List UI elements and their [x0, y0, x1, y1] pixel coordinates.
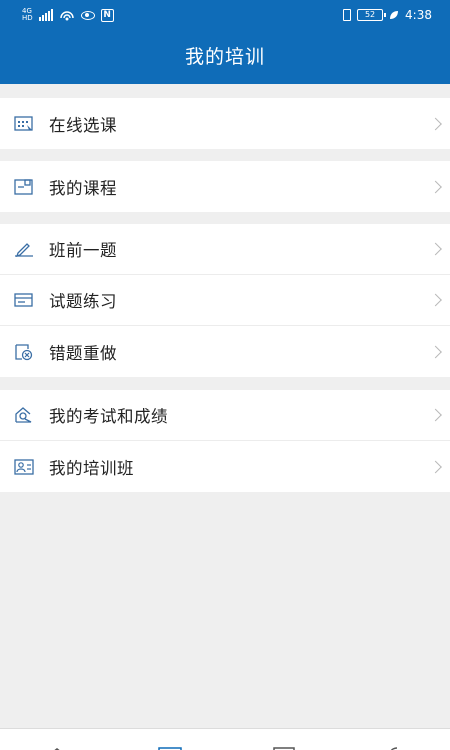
menu-item-label: 我的考试和成绩 — [49, 407, 168, 426]
id-card-icon — [158, 747, 182, 750]
id-card-icon — [14, 458, 34, 476]
tab-training[interactable] — [157, 741, 183, 750]
retry-icon — [14, 343, 34, 361]
menu-item-online-course[interactable]: 在线选课 — [0, 98, 450, 149]
menu-group-exams: 我的考试和成绩 我的培训班 — [0, 390, 450, 492]
menu-group-practice: 班前一题 试题练习 错题重做 — [0, 224, 450, 377]
battery-icon: 52 — [357, 9, 387, 21]
menu-item-label: 试题练习 — [49, 292, 117, 311]
tab-profile[interactable] — [383, 741, 409, 750]
menu-item-label: 在线选课 — [49, 115, 117, 135]
profile-icon — [390, 747, 398, 750]
status-bar-right: 52 4:38 — [343, 6, 432, 24]
nfc-icon: N — [100, 8, 114, 22]
menu-item-label: 我的培训班 — [49, 458, 134, 478]
app-header: 我的培训 — [0, 30, 450, 84]
document-icon — [14, 291, 34, 309]
hotspot-icon — [59, 11, 74, 21]
pencil-icon — [14, 240, 34, 258]
home-icon — [54, 748, 60, 750]
menu-group-courses-select: 在线选课 — [0, 98, 450, 149]
chevron-right-icon — [429, 460, 442, 473]
status-bar: 4G HD N 52 4:38 — [0, 0, 450, 30]
network-type-bottom: HD — [22, 14, 33, 22]
battery-level: 52 — [364, 10, 376, 19]
vibrate-icon — [343, 9, 352, 21]
message-icon — [273, 747, 295, 750]
menu-item-my-training-class[interactable]: 我的培训班 — [0, 441, 450, 492]
tab-messages[interactable] — [271, 741, 297, 750]
page-title: 我的培训 — [184, 46, 265, 68]
chevron-right-icon — [429, 180, 442, 193]
tab-home[interactable] — [44, 741, 70, 750]
folder-icon — [14, 178, 34, 196]
menu-group-my-courses: 我的课程 — [0, 161, 450, 212]
signal-icon — [38, 9, 53, 21]
menu-item-label: 班前一题 — [49, 241, 117, 260]
chevron-right-icon — [429, 117, 442, 130]
menu-item-question-before-class[interactable]: 班前一题 — [0, 224, 450, 275]
leaf-icon — [390, 11, 399, 19]
network-type: 4G HD — [22, 8, 33, 22]
eye-icon — [80, 10, 95, 20]
menu-item-exams-scores[interactable]: 我的考试和成绩 — [0, 390, 450, 441]
chevron-right-icon — [429, 293, 442, 307]
course-grid-icon — [14, 115, 34, 133]
chevron-right-icon — [429, 242, 442, 256]
bottom-tab-bar — [0, 728, 450, 750]
exam-icon — [14, 406, 34, 424]
clock: 4:38 — [405, 8, 432, 22]
menu-item-practice[interactable]: 试题练习 — [0, 275, 450, 326]
status-bar-left: 4G HD N — [22, 6, 114, 24]
menu-item-label: 错题重做 — [49, 343, 117, 363]
menu-item-my-courses[interactable]: 我的课程 — [0, 161, 450, 212]
chevron-right-icon — [429, 408, 442, 422]
menu-item-label: 我的课程 — [49, 178, 117, 198]
chevron-right-icon — [429, 345, 442, 358]
menu-item-redo-wrong[interactable]: 错题重做 — [0, 326, 450, 377]
